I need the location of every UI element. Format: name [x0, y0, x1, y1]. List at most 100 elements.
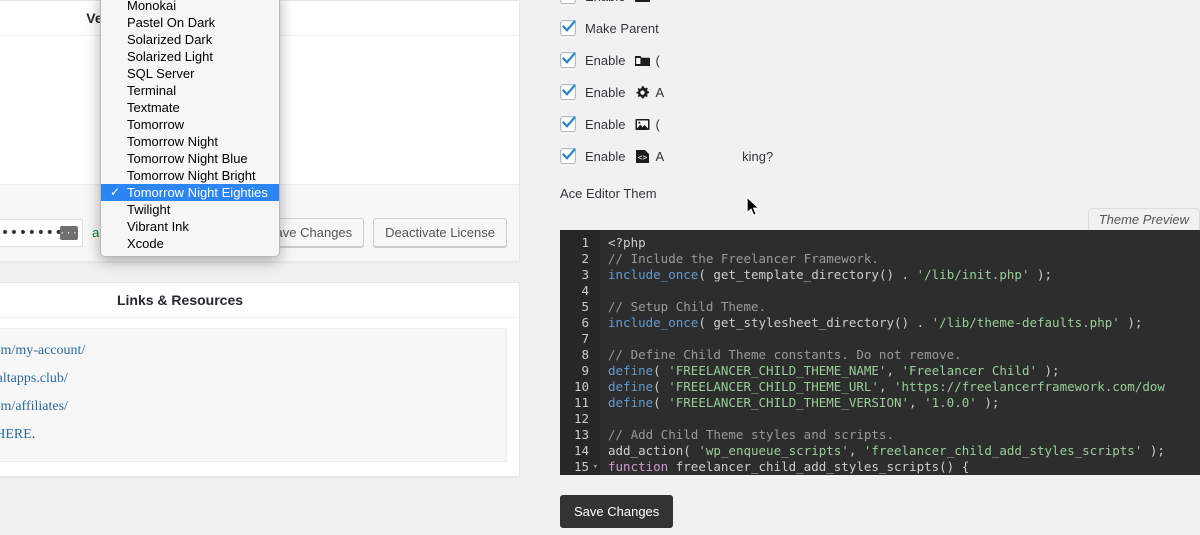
code-token: 'https://freelancerframework.com/dow: [894, 379, 1165, 394]
editor-line-number: 1: [560, 235, 600, 251]
option-checkbox-row[interactable]: Enable: [560, 0, 1200, 12]
code-token: <?php: [608, 235, 646, 250]
checkbox-toggle[interactable]: [560, 0, 576, 4]
code-token: 'wp_enqueue_scripts': [698, 443, 849, 458]
theme-preview-tab: Theme Preview: [1088, 208, 1200, 231]
checkbox-toggle[interactable]: [560, 148, 576, 164]
dropdown-item[interactable]: Tomorrow Night Blue: [101, 150, 279, 167]
editor-code-line: add_action( 'wp_enqueue_scripts', 'freel…: [608, 443, 1200, 459]
checkbox-label: Make Parent: [585, 21, 659, 36]
license-key-caret: ···: [60, 226, 78, 240]
dropdown-item-label: Tomorrow Night Eighties: [127, 185, 268, 200]
code-token: 'Freelancer Child': [902, 363, 1037, 378]
film-icon: [634, 0, 651, 4]
my-account-link[interactable]: https://cobaltapps.com/my-account/: [0, 343, 85, 358]
community-forum-link[interactable]: http://cobaltapps.club/: [0, 371, 68, 386]
code-token: define: [608, 363, 653, 378]
dropdown-item-label: Solarized Light: [127, 49, 213, 64]
dropdown-item[interactable]: ✓Tomorrow Night Eighties: [101, 184, 279, 201]
option-checkbox-row[interactable]: Make Parent: [560, 12, 1200, 44]
dropdown-item-label: Tomorrow: [127, 117, 184, 132]
editor-code-line: [608, 283, 1200, 299]
dropdown-item[interactable]: Solarized Dark: [101, 31, 279, 48]
code-token: );: [1037, 363, 1060, 378]
options-checkbox-list: EnableMake ParentEnable(EnableAEnable(En…: [560, 0, 1200, 172]
dropdown-item[interactable]: Tomorrow: [101, 116, 279, 133]
checkbox-tail-text: (: [655, 53, 659, 68]
editor-code-area[interactable]: <?php// Include the Freelancer Framework…: [600, 230, 1200, 475]
editor-line-number: 11: [560, 395, 600, 411]
code-token: 'FREELANCER_CHILD_THEME_NAME': [668, 363, 886, 378]
option-checkbox-row[interactable]: EnableA: [560, 76, 1200, 108]
dropdown-item[interactable]: Solarized Light: [101, 48, 279, 65]
option-checkbox-row[interactable]: Enable (: [560, 44, 1200, 76]
code-token: 'FREELANCER_CHILD_THEME_VERSION': [668, 395, 909, 410]
checkbox-label: Enable: [585, 53, 625, 68]
editor-line-number: 5: [560, 299, 600, 315]
editor-line-number: 12: [560, 411, 600, 427]
dropdown-item-label: Vibrant Ink: [127, 219, 189, 234]
dropdown-item-label: Textmate: [127, 100, 180, 115]
page-root: Version/License Information -1ubuntu4.22…: [0, 0, 1200, 535]
dropdown-item[interactable]: SQL Server: [101, 65, 279, 82]
save-changes-primary-button[interactable]: Save Changes: [560, 495, 673, 528]
dropdown-item-label: Xcode: [127, 236, 164, 251]
dropdown-item[interactable]: Vibrant Ink: [101, 218, 279, 235]
editor-line-number: 3: [560, 267, 600, 283]
dropdown-item[interactable]: Tomorrow Night Bright: [101, 167, 279, 184]
checkbox-toggle[interactable]: [560, 52, 576, 68]
checkbox-tail-text: (: [655, 117, 659, 132]
dropdown-item[interactable]: Textmate: [101, 99, 279, 116]
code-token: () .: [894, 315, 932, 330]
trailing-question-text: king?: [742, 149, 773, 164]
dropdown-item[interactable]: Xcode: [101, 235, 279, 252]
checkbox-toggle[interactable]: [560, 20, 576, 36]
code-token: '/lib/init.php': [917, 267, 1030, 282]
editor-code-line: include_once( get_template_directory() .…: [608, 267, 1200, 283]
checkbox-toggle[interactable]: [560, 116, 576, 132]
dropdown-item[interactable]: Monokai: [101, 0, 279, 14]
code-token: '1.0.0': [924, 395, 977, 410]
editor-code-line: [608, 331, 1200, 347]
fold-arrow-icon[interactable]: ▾: [593, 459, 598, 475]
code-token: freelancer_child_add_styles_scripts() {: [668, 459, 969, 474]
editor-code-line: function freelancer_child_add_styles_scr…: [608, 459, 1200, 475]
list-item: es: https://cobaltapps.com/my-account/: [0, 337, 494, 365]
right-column: EnableMake ParentEnable(EnableAEnable(En…: [560, 0, 1200, 528]
checkbox-tail-text: A: [655, 149, 664, 164]
dropdown-item-label: Pastel On Dark: [127, 15, 215, 30]
theme-preview-tab-wrap: Theme Preview: [560, 208, 1200, 230]
ace-editor-theme-row: Ace Editor Them: [560, 178, 1200, 208]
dropdown-item[interactable]: Tomorrow Night: [101, 133, 279, 150]
code-token: ,: [879, 379, 894, 394]
code-token: 'freelancer_child_add_styles_scripts': [864, 443, 1142, 458]
code-token: ,: [849, 443, 864, 458]
option-checkbox-row[interactable]: Enable<>Aking?: [560, 140, 1200, 172]
ace-theme-dropdown-menu[interactable]: MonokaiPastel On DarkSolarized DarkSolar…: [100, 0, 280, 257]
code-token: // Setup Child Theme.: [608, 299, 766, 314]
code-token: 'FREELANCER_CHILD_THEME_URL': [668, 379, 879, 394]
option-checkbox-row[interactable]: Enable(: [560, 108, 1200, 140]
editor-code-line: define( 'FREELANCER_CHILD_THEME_VERSION'…: [608, 395, 1200, 411]
list-item: Pro supported Themes HERE.: [0, 421, 494, 449]
ace-code-editor[interactable]: 123456789101112131415▾ <?php// Include t…: [560, 230, 1200, 475]
license-key-input[interactable]: •••••••••••••••••••••••••••• ···: [0, 219, 83, 247]
affiliates-link[interactable]: https://cobaltapps.com/affiliates/: [0, 399, 68, 414]
links-resources-body: es: https://cobaltapps.com/my-account/ u…: [0, 318, 519, 476]
editor-line-number: 15▾: [560, 459, 600, 475]
links-resources-header: Links & Resources: [0, 283, 519, 318]
code-token: (: [653, 395, 668, 410]
code-token: '/lib/theme-defaults.php': [932, 315, 1120, 330]
dropdown-item[interactable]: Twilight: [101, 201, 279, 218]
code-token: // Add Child Theme styles and scripts.: [608, 427, 894, 442]
supported-themes-link[interactable]: HERE: [0, 427, 32, 442]
editor-code-line: [608, 411, 1200, 427]
checkbox-label: Enable: [585, 85, 625, 100]
dropdown-item-label: Tomorrow Night Bright: [127, 168, 256, 183]
code-token: add_action: [608, 443, 683, 458]
dropdown-item[interactable]: Pastel On Dark: [101, 14, 279, 31]
dropdown-item-label: Terminal: [127, 83, 176, 98]
deactivate-license-button[interactable]: Deactivate License: [373, 218, 507, 247]
dropdown-item[interactable]: Terminal: [101, 82, 279, 99]
checkbox-toggle[interactable]: [560, 84, 576, 100]
